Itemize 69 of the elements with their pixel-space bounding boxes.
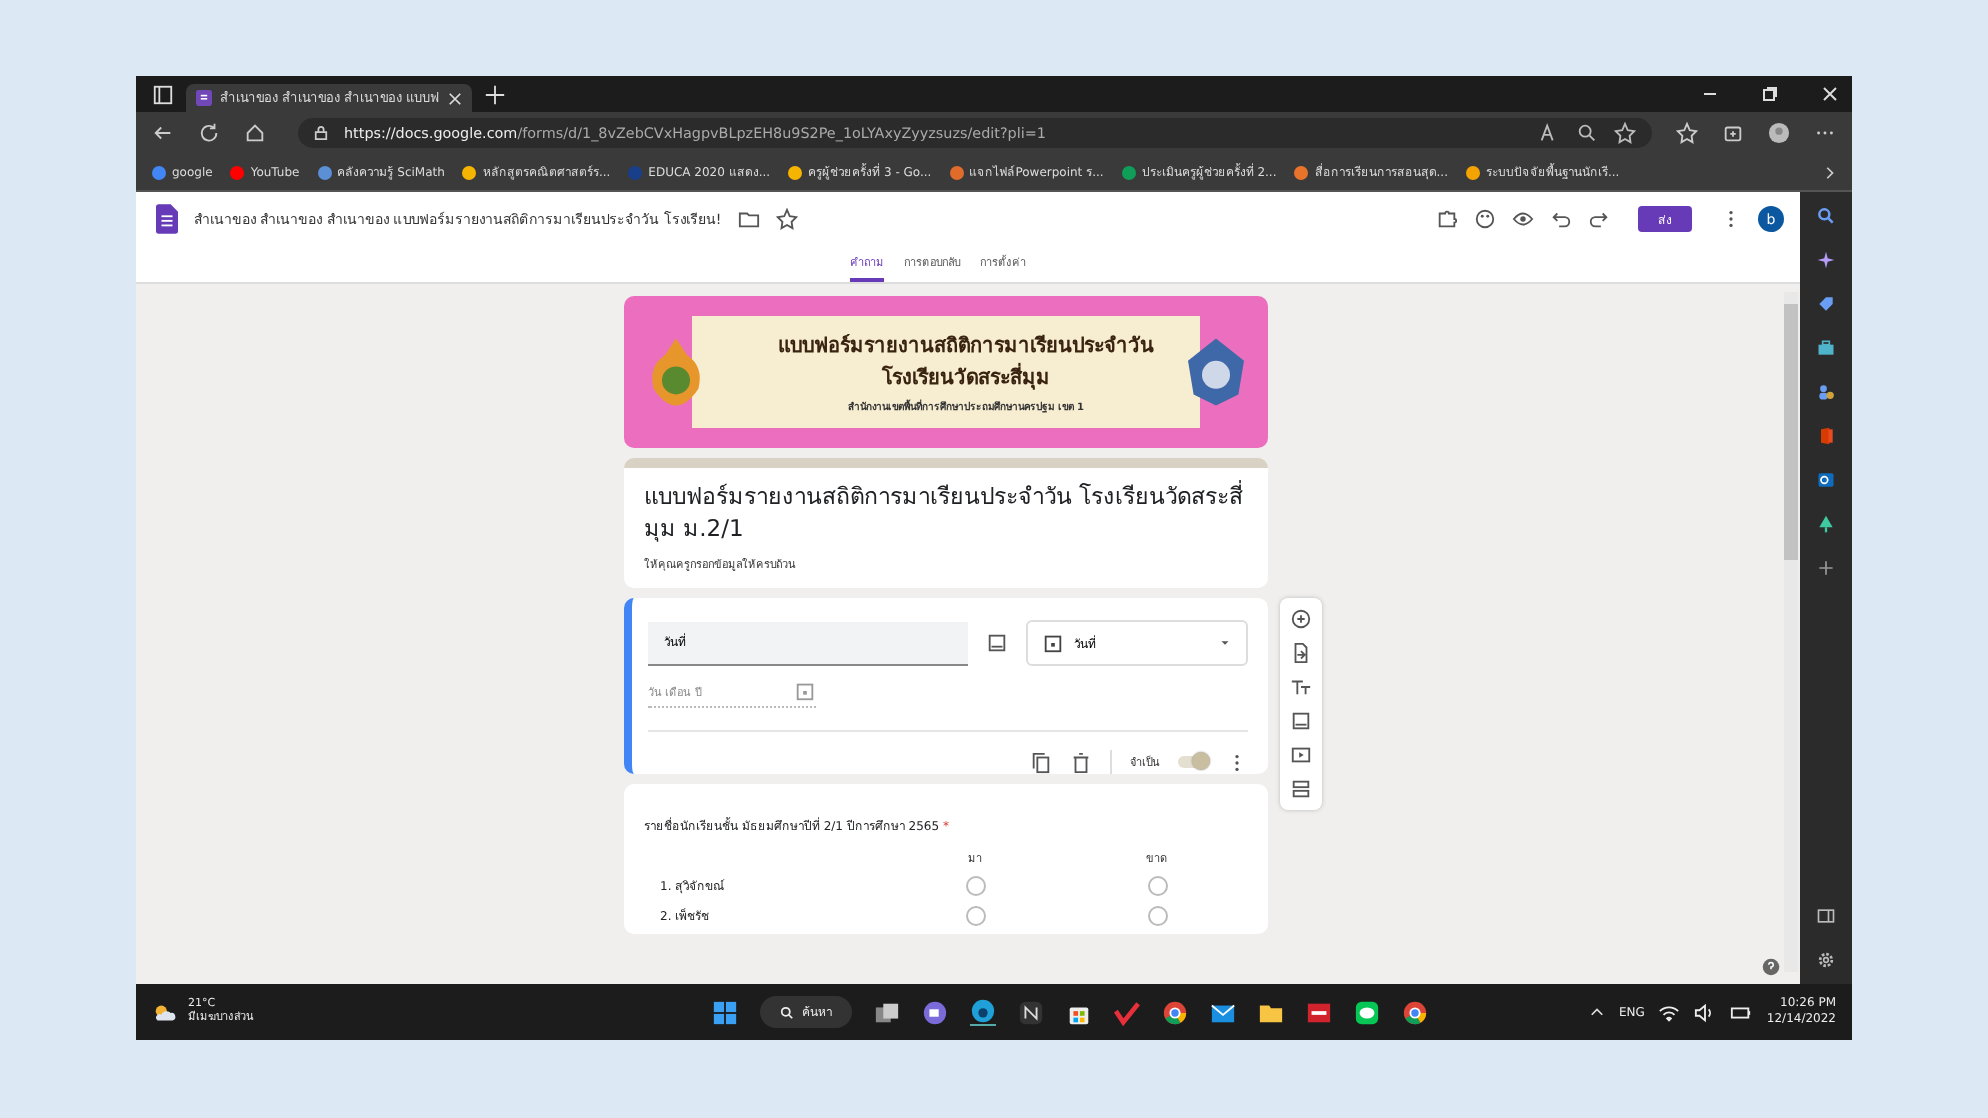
image-icon[interactable] — [1290, 710, 1312, 733]
favorites-icon[interactable] — [1676, 122, 1698, 144]
radio-button[interactable] — [1147, 876, 1167, 897]
settings-icon[interactable] — [1816, 950, 1836, 970]
form-title[interactable]: แบบฟอร์มรายงานสถิติการมาเรียนประจำวัน โรงเรียนวัดสระสี่มุม ม.2/1 — [644, 480, 1248, 545]
shield-emblem-icon — [1188, 338, 1244, 406]
trash-icon[interactable] — [1070, 751, 1092, 774]
forms-icon — [196, 90, 212, 106]
back-icon[interactable] — [152, 122, 174, 144]
search-icon[interactable] — [1816, 206, 1836, 226]
browser-app-icon[interactable] — [970, 998, 996, 1026]
chevron-up-icon[interactable] — [1590, 1005, 1605, 1019]
banner-heading: แบบฟอร์มรายงานสถิติการมาเรียนประจำวัน — [778, 332, 1154, 360]
tree-icon[interactable] — [1816, 514, 1836, 534]
search-icon — [780, 1005, 794, 1019]
required-toggle[interactable] — [1178, 756, 1208, 769]
office-icon[interactable] — [1816, 426, 1836, 446]
line-app-icon[interactable] — [1354, 999, 1380, 1025]
calendar-icon — [1042, 632, 1064, 655]
start-icon[interactable] — [712, 999, 738, 1025]
help-icon[interactable] — [1762, 958, 1780, 976]
close-icon[interactable] — [448, 91, 463, 105]
wifi-icon[interactable] — [1658, 1001, 1681, 1023]
restore-icon[interactable] — [1760, 84, 1780, 104]
tag-icon[interactable] — [1816, 294, 1836, 314]
notes-app-icon[interactable] — [1018, 999, 1044, 1025]
chrome-icon[interactable] — [1162, 999, 1188, 1025]
redo-icon[interactable] — [1588, 208, 1610, 230]
chevron-right-icon[interactable] — [1822, 165, 1836, 179]
calendar-icon — [794, 680, 816, 703]
banner-heading: โรงเรียนวัดสระสี่มุม — [882, 362, 1050, 392]
undo-icon[interactable] — [1550, 208, 1572, 230]
home-icon[interactable] — [244, 122, 266, 144]
task-view-icon[interactable] — [874, 999, 900, 1025]
image-icon[interactable] — [986, 632, 1008, 655]
text-icon[interactable] — [1290, 676, 1312, 699]
new-tab-icon[interactable] — [484, 83, 507, 105]
copy-icon[interactable] — [1030, 751, 1052, 774]
section-icon[interactable] — [1290, 778, 1312, 801]
mail-icon[interactable] — [1210, 999, 1236, 1025]
favorite-star-icon[interactable] — [1614, 122, 1636, 144]
eye-icon[interactable] — [1512, 208, 1534, 230]
forms-logo-icon[interactable] — [156, 204, 178, 234]
scrollbar[interactable] — [1784, 292, 1798, 972]
people-icon[interactable] — [1816, 382, 1836, 402]
radio-button[interactable] — [965, 906, 985, 927]
video-icon[interactable] — [1290, 744, 1312, 767]
sparkle-icon[interactable] — [1816, 250, 1836, 270]
chat-icon[interactable] — [922, 999, 948, 1025]
star-icon[interactable] — [775, 208, 798, 230]
toolbox-icon[interactable] — [1816, 338, 1836, 358]
collections-icon[interactable] — [1722, 122, 1744, 144]
close-icon[interactable] — [1820, 84, 1840, 104]
radio-button[interactable] — [965, 876, 985, 897]
sidebar-toggle-icon[interactable] — [1816, 906, 1836, 926]
tab-actions-icon[interactable] — [152, 83, 174, 105]
folder-icon[interactable] — [737, 208, 760, 230]
refresh-icon[interactable] — [198, 122, 220, 144]
lock-icon — [314, 126, 328, 140]
checkmark-app-icon[interactable] — [1114, 999, 1140, 1025]
add-circle-icon[interactable] — [1290, 608, 1312, 631]
speaker-icon[interactable] — [1694, 1001, 1717, 1023]
import-icon[interactable] — [1290, 642, 1312, 665]
add-icon[interactable] — [1816, 558, 1836, 578]
profile-icon[interactable] — [1768, 122, 1790, 144]
chrome-icon[interactable] — [1402, 999, 1428, 1025]
mail-app-icon[interactable] — [1816, 470, 1836, 490]
radio-button[interactable] — [1147, 906, 1167, 927]
zoom-icon[interactable] — [1576, 122, 1598, 144]
